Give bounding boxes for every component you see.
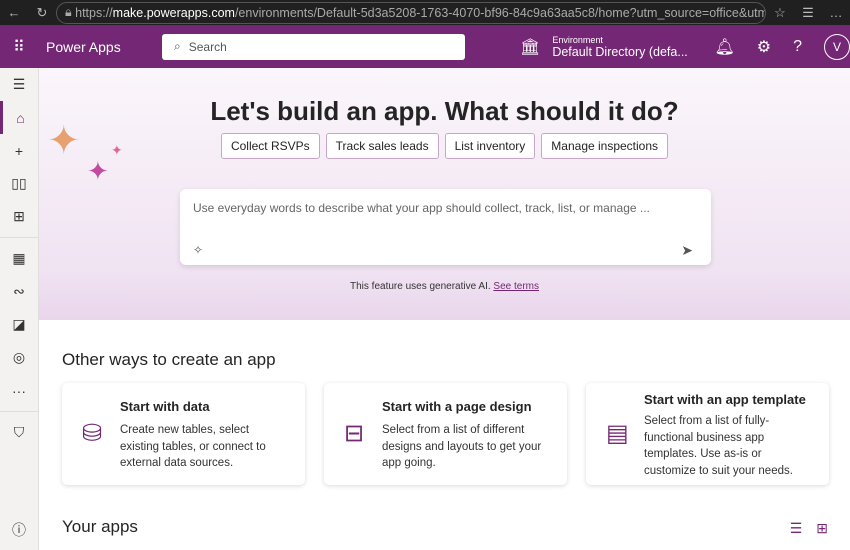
- env-label: Environment: [552, 34, 603, 45]
- left-nav: ☰ ⌂ + ▯▯ ⊞ ▦ ∾ ◪ ◎ ··· ⛉ ⓘ: [0, 68, 39, 550]
- url-prefix: https://: [75, 5, 113, 20]
- avatar[interactable]: V: [824, 33, 850, 60]
- page-design-icon: ⊟: [344, 420, 365, 447]
- solutions-icon[interactable]: ◪: [0, 308, 38, 341]
- send-icon[interactable]: ➤: [681, 242, 693, 259]
- tables-icon[interactable]: ▦: [0, 242, 38, 275]
- create-icon[interactable]: +: [0, 134, 38, 167]
- card-title: Start with a page design: [382, 399, 532, 414]
- environment-icon: 🏛︎: [520, 38, 541, 56]
- card-title: Start with an app template: [644, 392, 806, 407]
- start-with-page-design-card[interactable]: ⊟ Start with a page design Select from a l…: [324, 383, 567, 485]
- suggestion-chip[interactable]: Track sales leads: [325, 133, 439, 159]
- your-apps-heading: Your apps: [62, 517, 138, 536]
- sparkle-icon[interactable]: ✧: [193, 243, 203, 257]
- search-input[interactable]: ⌕ Search: [162, 33, 465, 60]
- suggestion-chip[interactable]: List inventory: [444, 133, 536, 159]
- sparkle-icon: ✦: [87, 156, 109, 186]
- refresh-icon[interactable]: ↻: [28, 5, 56, 21]
- more-icon[interactable]: ···: [0, 374, 38, 407]
- favorite-icon[interactable]: ☆: [766, 5, 794, 21]
- notifications-icon[interactable]: 🔔︎: [714, 37, 734, 57]
- suggestion-chip[interactable]: Collect RSVPs: [220, 133, 320, 159]
- card-title: Start with data: [120, 399, 210, 414]
- grid-view-icon[interactable]: ⊞: [816, 520, 828, 537]
- database-icon: ⛁: [82, 420, 103, 447]
- favorites-list-icon[interactable]: ☰: [794, 5, 822, 21]
- url-domain: make.powerapps.com: [112, 5, 235, 20]
- learn-icon[interactable]: ▯▯: [0, 167, 38, 200]
- start-with-template-card[interactable]: ▤ Start with an app template Select from a…: [586, 383, 829, 485]
- ai-hub-icon[interactable]: ◎: [0, 341, 38, 374]
- help-icon[interactable]: ?: [793, 38, 802, 56]
- url-path: /environments/Default-5d3a5208-1763-4070…: [234, 5, 766, 20]
- template-icon: ▤: [606, 420, 629, 447]
- search-placeholder: Search: [188, 39, 227, 54]
- power-platform-icon[interactable]: ⛉: [0, 416, 38, 449]
- environment-picker[interactable]: 🏛︎ Environment Default Directory (defa...: [520, 35, 688, 59]
- suggestion-chip[interactable]: Manage inspections: [541, 133, 669, 159]
- search-icon: ⌕: [174, 39, 181, 53]
- copilot-hero: ✦ ✦ ✦ Let's build an app. What should it…: [39, 68, 850, 320]
- prompt-placeholder: Use everyday words to describe what your…: [193, 201, 650, 215]
- ai-note: This feature uses generative AI. See ter…: [39, 281, 850, 292]
- address-bar[interactable]: 🔒︎ https://make.powerapps.com/environmen…: [56, 1, 766, 24]
- see-terms-link[interactable]: See terms: [493, 281, 539, 292]
- prompt-input[interactable]: Use everyday words to describe what your…: [180, 189, 711, 265]
- card-desc: Create new tables, select existing table…: [120, 424, 266, 469]
- other-ways-heading: Other ways to create an app: [62, 350, 276, 369]
- back-icon[interactable]: ←: [0, 5, 28, 20]
- apps-icon[interactable]: ⊞: [0, 200, 38, 233]
- card-desc: Select from a list of different designs …: [382, 424, 542, 469]
- flows-icon[interactable]: ∾: [0, 275, 38, 308]
- start-with-data-card[interactable]: ⛁ Start with data Create new tables, selec…: [62, 383, 305, 485]
- list-view-icon[interactable]: ☰: [790, 520, 803, 537]
- env-value: Default Directory (defa...: [552, 44, 688, 59]
- app-name[interactable]: Power Apps: [38, 39, 162, 55]
- more-icon[interactable]: …: [822, 5, 850, 20]
- hero-title: Let's build an app. What should it do?: [210, 96, 679, 126]
- hamburger-icon[interactable]: ☰: [0, 68, 38, 101]
- home-icon[interactable]: ⌂: [0, 101, 38, 134]
- app-launcher-icon[interactable]: ⠿: [0, 37, 38, 57]
- browser-toolbar: ← ↻ 🔒︎ https://make.powerapps.com/enviro…: [0, 0, 850, 25]
- lock-icon: 🔒︎: [65, 5, 76, 19]
- ai-note-text: This feature uses generative AI.: [350, 281, 491, 292]
- card-desc: Select from a list of fully-functional b…: [644, 415, 793, 477]
- settings-icon[interactable]: ⚙: [757, 37, 771, 57]
- help-icon[interactable]: ⓘ: [0, 513, 38, 546]
- app-header: ⠿ Power Apps ⌕ Search 🏛︎ Environment Defaul…: [0, 25, 850, 68]
